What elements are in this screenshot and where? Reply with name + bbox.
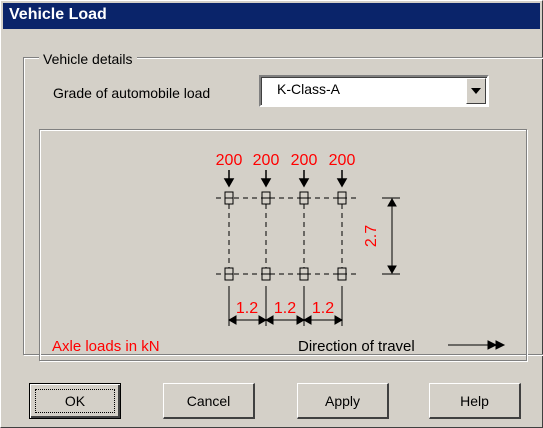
- dropdown-button[interactable]: [466, 78, 486, 104]
- title-bar[interactable]: Vehicle Load: [3, 3, 540, 29]
- direction-caption: Direction of travel: [298, 338, 415, 355]
- load-arrow-head: [223, 178, 235, 188]
- axle-spacing-label: 1.2: [274, 300, 296, 317]
- axle-spacing-label: 1.2: [312, 300, 334, 317]
- help-button-label: Help: [460, 392, 489, 409]
- vehicle-load-diagram: 200 200 200 200 2.7 1.2 1.2 1.2 Axle loa…: [52, 152, 506, 355]
- load-arrow-head: [298, 178, 310, 188]
- axle-loads-caption: Axle loads in kN: [52, 338, 160, 355]
- wheel: [261, 191, 271, 205]
- wheel: [261, 267, 271, 281]
- cancel-button[interactable]: Cancel: [163, 383, 255, 419]
- help-button[interactable]: Help: [429, 383, 521, 419]
- group-legend: Vehicle details: [39, 51, 137, 67]
- wheel: [299, 267, 309, 281]
- apply-button[interactable]: Apply: [297, 383, 389, 419]
- wheel: [224, 267, 234, 281]
- axle-load-label: 200: [329, 152, 356, 169]
- window-title: Vehicle Load: [9, 6, 107, 23]
- load-arrow-head: [336, 178, 348, 188]
- axle-spacing-label: 1.2: [236, 300, 258, 317]
- load-arrow-head: [260, 178, 272, 188]
- direction-arrow-icon: [448, 340, 506, 350]
- transverse-dimension: [382, 197, 400, 275]
- transverse-spacing-label: 2.7: [363, 225, 380, 247]
- axle-load-label: 200: [253, 152, 280, 169]
- vehicle-load-dialog: Vehicle Load Vehicle details Grade of au…: [0, 0, 543, 428]
- axle-load-label: 200: [216, 152, 243, 169]
- axle-load-label: 200: [291, 152, 318, 169]
- load-diagram-panel: 200 200 200 200 2.7 1.2 1.2 1.2 Axle loa…: [39, 129, 527, 361]
- wheel: [224, 191, 234, 205]
- apply-button-label: Apply: [324, 392, 361, 409]
- wheel: [299, 191, 309, 205]
- grade-select[interactable]: K-Class-A: [259, 75, 489, 107]
- chevron-down-icon: [471, 88, 481, 94]
- grade-label: Grade of automobile load: [53, 85, 211, 101]
- grade-select-value: K-Class-A: [277, 81, 341, 97]
- ok-button[interactable]: OK: [29, 383, 121, 419]
- wheel: [337, 267, 347, 281]
- wheel: [337, 191, 347, 205]
- cancel-button-label: Cancel: [186, 392, 231, 409]
